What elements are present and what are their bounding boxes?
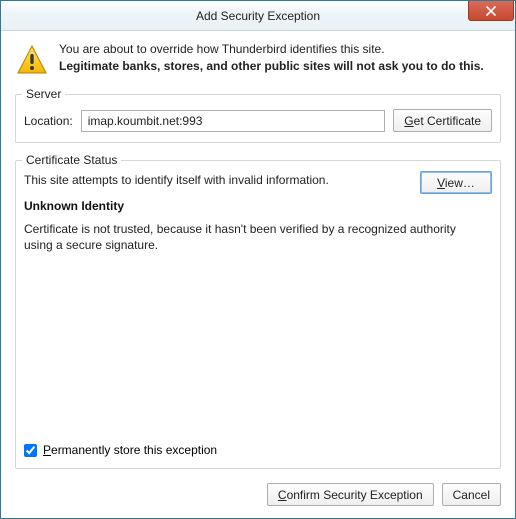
warning-line-1: You are about to override how Thunderbir… <box>59 41 484 58</box>
permanent-accel: P <box>43 443 51 457</box>
confirm-button[interactable]: Confirm Security Exception <box>267 483 434 506</box>
confirm-accel: C <box>278 488 287 502</box>
window-title: Add Security Exception <box>196 9 320 23</box>
get-cert-rest: et Certificate <box>414 114 481 128</box>
close-button[interactable] <box>468 1 514 21</box>
cancel-button[interactable]: Cancel <box>442 483 501 506</box>
get-cert-accel: G <box>404 114 413 128</box>
warning-line-2: Legitimate banks, stores, and other publ… <box>59 58 484 75</box>
warning-row: You are about to override how Thunderbir… <box>15 41 501 77</box>
close-icon <box>486 6 496 16</box>
certificate-status-group: Certificate Status View… This site attem… <box>15 153 501 469</box>
cert-legend: Certificate Status <box>22 153 121 167</box>
cert-description: Certificate is not trusted, because it h… <box>24 221 484 253</box>
confirm-rest: onfirm Security Exception <box>287 488 423 502</box>
get-certificate-button[interactable]: Get Certificate <box>393 109 492 132</box>
view-button[interactable]: View… <box>420 171 492 194</box>
dialog-body: You are about to override how Thunderbir… <box>1 31 515 518</box>
location-input[interactable] <box>81 110 386 132</box>
location-label: Location: <box>24 114 73 128</box>
titlebar: Add Security Exception <box>1 1 515 31</box>
dialog-window: Add Security Exception <box>0 0 516 519</box>
permanent-row[interactable]: Permanently store this exception <box>24 435 492 457</box>
view-rest: iew… <box>445 176 475 190</box>
dialog-footer: Confirm Security Exception Cancel <box>15 479 501 506</box>
cert-heading: Unknown Identity <box>24 199 492 213</box>
permanent-rest: ermanently store this exception <box>51 443 217 457</box>
warning-text: You are about to override how Thunderbir… <box>59 41 484 77</box>
view-accel: V <box>437 176 445 190</box>
permanent-checkbox[interactable] <box>24 444 37 457</box>
permanent-label: Permanently store this exception <box>43 443 217 457</box>
warning-icon <box>15 43 49 77</box>
server-group: Server Location: Get Certificate <box>15 87 501 143</box>
server-legend: Server <box>22 87 65 101</box>
